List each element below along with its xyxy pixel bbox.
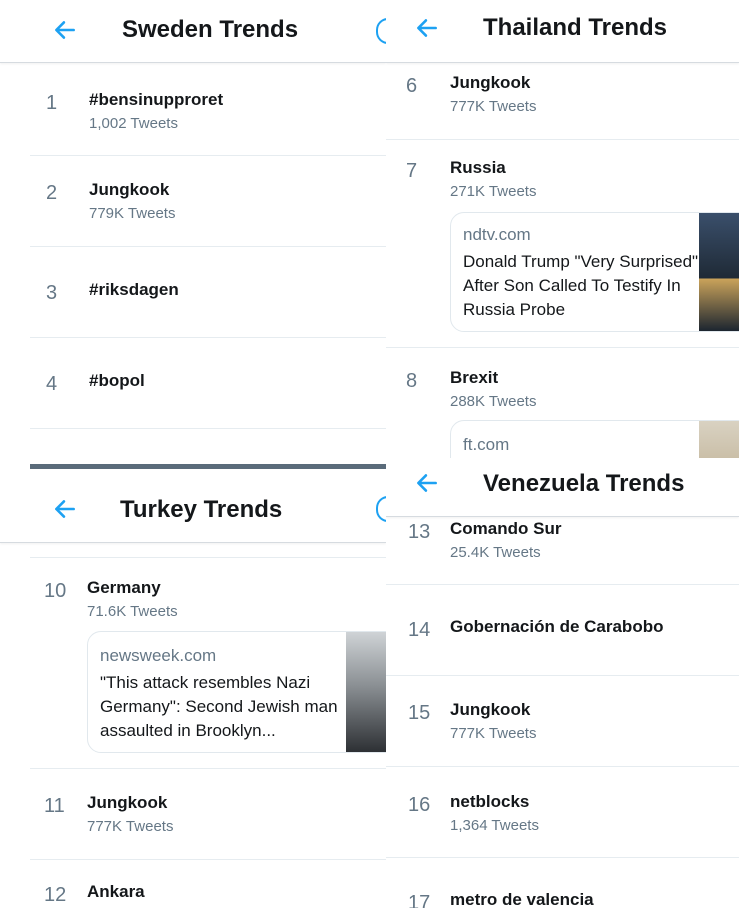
trend-tweet-count: 777K Tweets: [87, 818, 174, 835]
news-headline: "This attack resembles Nazi Germany": Se…: [100, 673, 338, 740]
trend-name: #bopol: [89, 371, 145, 390]
trend-rank: 17: [408, 892, 431, 908]
trend-tweet-count: 777K Tweets: [450, 98, 537, 115]
news-domain: newsweek.com: [100, 646, 217, 665]
back-arrow-icon[interactable]: [52, 496, 78, 522]
trend-name: #bensinupproret: [89, 90, 224, 109]
partial-icon[interactable]: [376, 18, 386, 44]
news-domain: ft.com: [463, 435, 510, 454]
trend-rank: 7: [406, 160, 418, 182]
trend-name: Comando Sur: [450, 519, 562, 538]
trend-item[interactable]: 17 metro de valencia: [386, 858, 739, 908]
news-headline: Donald Trump "Very Surprised" After Son …: [463, 252, 699, 319]
trend-tweet-count: 777K Tweets: [450, 725, 537, 742]
trend-name: Ankara: [87, 882, 145, 901]
trend-item[interactable]: 12 Ankara: [0, 860, 386, 908]
trend-tweet-count: 1,364 Tweets: [450, 817, 539, 834]
trend-name: Jungkook: [87, 793, 168, 812]
sweden-trends-panel: Sweden Trends 1 #bensinupproret 1,002 Tw…: [0, 0, 386, 462]
trend-item[interactable]: 10 Germany 71.6K Tweets newsweek.com "Th…: [0, 558, 386, 768]
trend-rank: 13: [408, 521, 431, 543]
trend-rank: 12: [44, 884, 67, 906]
trend-item[interactable]: 16 netblocks 1,364 Tweets: [386, 767, 739, 857]
trend-name: Brexit: [450, 368, 499, 387]
news-card[interactable]: ndtv.com Donald Trump "Very Surprised" A…: [450, 212, 739, 332]
turkey-trends-panel: Turkey Trends 10 Germany 71.6K Tweets ne…: [0, 462, 386, 908]
trend-item[interactable]: 6 Jungkook 777K Tweets: [386, 63, 739, 139]
trend-item[interactable]: 1 #bensinupproret 1,002 Tweets: [0, 66, 386, 156]
trend-rank: 10: [44, 580, 67, 602]
trend-name: metro de valencia: [450, 890, 594, 908]
sweden-header: Sweden Trends: [0, 0, 386, 63]
back-arrow-icon[interactable]: [414, 470, 440, 496]
turkey-header: Turkey Trends: [0, 462, 386, 543]
trend-rank: 4: [46, 373, 58, 395]
news-card[interactable]: newsweek.com "This attack resembles Nazi…: [87, 631, 386, 753]
trend-rank: 16: [408, 794, 431, 816]
back-arrow-icon[interactable]: [414, 15, 440, 41]
thailand-header: Thailand Trends: [386, 0, 739, 63]
news-card[interactable]: ft.com: [450, 420, 739, 458]
venezuela-trends-panel: Venezuela Trends 13 Comando Sur 25.4K Tw…: [386, 458, 739, 908]
trend-tweet-count: 288K Tweets: [450, 393, 537, 410]
divider: [30, 428, 386, 429]
trend-rank: 1: [46, 92, 58, 114]
panel-separator: [30, 464, 386, 469]
trend-rank: 15: [408, 702, 431, 724]
page-title: Turkey Trends: [120, 496, 283, 523]
news-domain: ndtv.com: [463, 225, 531, 244]
trend-rank: 8: [406, 370, 418, 392]
trend-item[interactable]: 8 Brexit 288K Tweets ft.com: [386, 348, 739, 458]
trend-item[interactable]: 4 #bopol: [0, 338, 386, 428]
trend-item[interactable]: 13 Comando Sur 25.4K Tweets: [386, 517, 739, 583]
trend-item[interactable]: 15 Jungkook 777K Tweets: [386, 676, 739, 766]
page-title: Venezuela Trends: [483, 470, 685, 497]
page-title: Thailand Trends: [483, 14, 668, 41]
venezuela-header: Venezuela Trends: [386, 458, 739, 517]
trend-name: netblocks: [450, 792, 530, 811]
page-title: Sweden Trends: [122, 16, 299, 43]
trend-rank: 14: [408, 619, 431, 641]
news-thumbnail: [699, 421, 739, 458]
trend-item[interactable]: 11 Jungkook 777K Tweets: [0, 769, 386, 859]
trend-item[interactable]: 7 Russia 271K Tweets ndtv.com Donald Tru…: [386, 140, 739, 347]
trend-tweet-count: 25.4K Tweets: [450, 544, 541, 561]
trend-name: Gobernación de Carabobo: [450, 617, 664, 636]
trend-tweet-count: 271K Tweets: [450, 183, 537, 200]
trend-tweet-count: 71.6K Tweets: [87, 603, 178, 620]
trend-rank: 6: [406, 75, 418, 97]
trend-item[interactable]: 2 Jungkook 779K Tweets: [0, 156, 386, 246]
trend-name: Jungkook: [450, 73, 531, 92]
trend-name: Russia: [450, 158, 506, 177]
trend-name: Jungkook: [89, 180, 170, 199]
partial-icon[interactable]: [376, 496, 386, 522]
trend-tweet-count: 779K Tweets: [89, 205, 176, 222]
thailand-trends-panel: Thailand Trends 6 Jungkook 777K Tweets 7…: [386, 0, 739, 458]
trend-rank: 2: [46, 182, 58, 204]
trend-rank: 11: [44, 795, 65, 817]
trend-tweet-count: 1,002 Tweets: [89, 115, 178, 132]
trend-item[interactable]: 14 Gobernación de Carabobo: [386, 585, 739, 675]
trend-name: #riksdagen: [89, 280, 179, 299]
trend-name: Germany: [87, 578, 161, 597]
trend-rank: 3: [46, 282, 58, 304]
news-thumbnail: [699, 213, 739, 331]
trend-name: Jungkook: [450, 700, 531, 719]
trend-item[interactable]: 3 #riksdagen: [0, 247, 386, 337]
back-arrow-icon[interactable]: [52, 17, 78, 43]
news-thumbnail: [346, 632, 386, 752]
